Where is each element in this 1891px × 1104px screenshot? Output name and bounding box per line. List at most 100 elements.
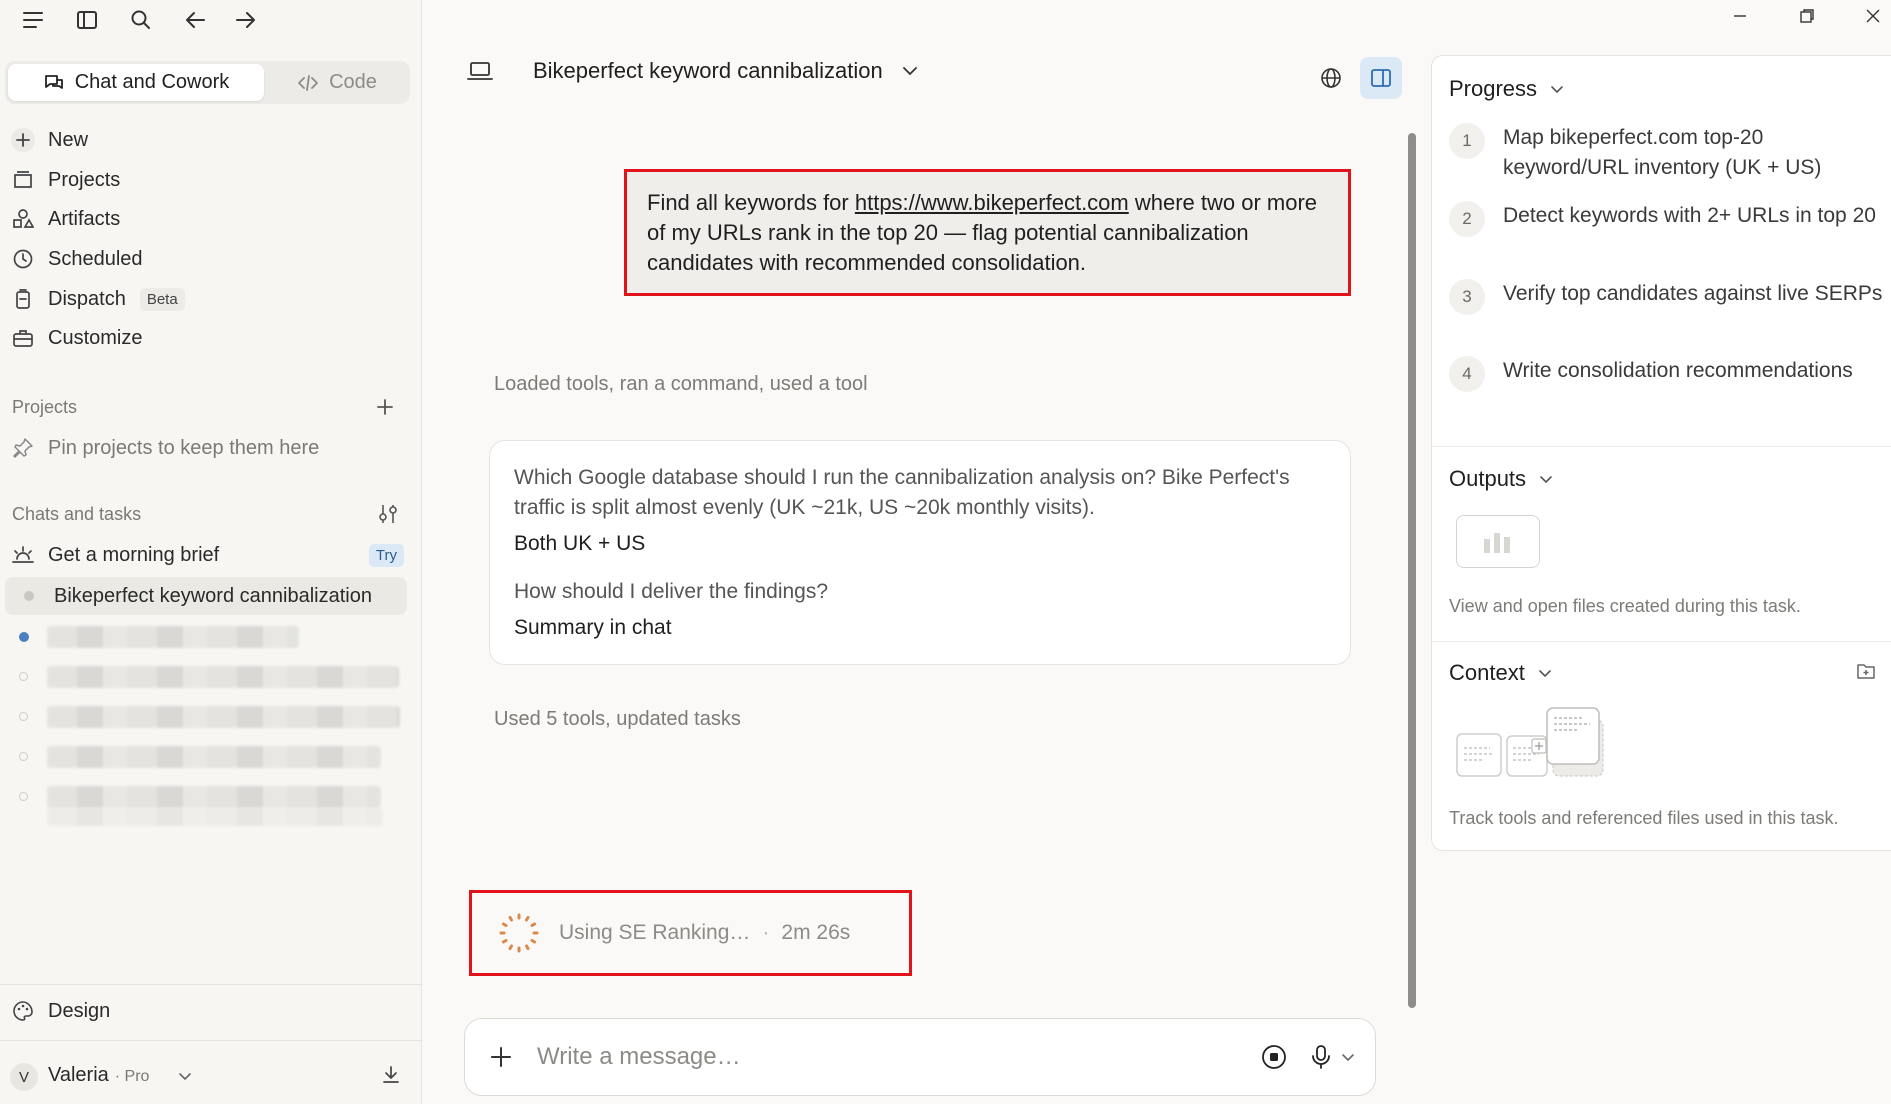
message-link[interactable]: https://www.bikeperfect.com: [855, 190, 1129, 215]
download-icon[interactable]: [381, 1065, 401, 1085]
forward-arrow-icon[interactable]: [230, 4, 262, 36]
tool-summary[interactable]: Loaded tools, ran a command, used a tool: [494, 373, 868, 396]
step-number: 2: [1449, 201, 1485, 237]
chevron-down-icon: [1540, 476, 1552, 484]
sidebar-item-artifacts[interactable]: Artifacts: [10, 201, 410, 237]
avatar[interactable]: V: [10, 1063, 38, 1091]
dispatch-icon: [10, 286, 36, 312]
status-dot: [24, 591, 34, 601]
user-plan: · Pro: [114, 1068, 150, 1085]
qa-card: Which Google database should I run the c…: [489, 440, 1351, 665]
nav-label: Projects: [48, 168, 121, 191]
user-name-block[interactable]: Valeria · Pro: [48, 1064, 149, 1087]
search-icon[interactable]: [125, 4, 157, 36]
step-text: Detect keywords with 2+ URLs in top 20: [1503, 204, 1876, 227]
chevron-down-icon[interactable]: [1341, 1050, 1355, 1064]
answer-text: Summary in chat: [514, 616, 672, 639]
step-text: Verify top candidates against live SERPs: [1503, 282, 1883, 305]
status-dot: [19, 752, 28, 761]
nav-label: Customize: [48, 326, 143, 349]
add-folder-icon[interactable]: [1856, 662, 1876, 680]
message-composer: Write a message…: [464, 1018, 1376, 1096]
redacted-chat[interactable]: [47, 786, 381, 808]
redacted-chat[interactable]: [47, 706, 400, 728]
design-button[interactable]: Design: [10, 993, 410, 1029]
new-chat-button[interactable]: New: [10, 122, 410, 158]
message-input[interactable]: Write a message…: [537, 1043, 1261, 1071]
mode-switch: Chat and Cowork Code: [5, 61, 410, 104]
sidebar-item-customize[interactable]: Customize: [10, 320, 410, 356]
outputs-chart-icon: [1456, 515, 1540, 568]
stop-icon[interactable]: [1261, 1044, 1287, 1070]
chevron-down-icon: [1539, 670, 1551, 678]
chevron-down-icon: [1551, 86, 1563, 94]
add-project-icon[interactable]: [375, 397, 395, 417]
chevron-down-icon[interactable]: [901, 62, 919, 80]
redacted-chat[interactable]: [47, 746, 381, 768]
divider: [1432, 641, 1891, 642]
minimize-icon[interactable]: [1720, 0, 1760, 32]
redacted-chat[interactable]: [47, 626, 299, 648]
sidebar-item-dispatch[interactable]: Dispatch Beta: [10, 281, 410, 317]
progress-title: Progress: [1449, 76, 1538, 101]
sidebar-item-scheduled[interactable]: Scheduled: [10, 241, 410, 277]
answer-text: Both UK + US: [514, 532, 646, 555]
question-text: How should I deliver the findings?: [514, 580, 829, 603]
sidebar: Chat and Cowork Code New Projects Artifa…: [0, 0, 422, 1104]
chat-icon: [43, 73, 65, 93]
panel-toggle-button[interactable]: [1360, 57, 1402, 99]
context-files-illustration: [1456, 706, 1606, 782]
status-dot: [19, 712, 28, 721]
back-arrow-icon[interactable]: [179, 4, 211, 36]
divider: [0, 1040, 421, 1041]
user-name: Valeria: [48, 1064, 109, 1086]
message-prefix: Find all keywords for: [647, 190, 855, 215]
status-dot: [19, 792, 28, 801]
nav-label: Artifacts: [48, 207, 121, 230]
microphone-icon[interactable]: [1311, 1044, 1331, 1070]
briefcase-icon: [10, 325, 36, 351]
pin-icon: [10, 435, 36, 461]
progress-step: 3 Verify top candidates against live SER…: [1449, 279, 1883, 315]
context-header[interactable]: Context: [1449, 660, 1553, 686]
menu-icon[interactable]: [17, 4, 49, 36]
sidebar-toggle-icon[interactable]: [71, 4, 103, 36]
divider: [0, 984, 421, 985]
close-icon[interactable]: [1853, 0, 1891, 32]
outputs-description: View and open files created during this …: [1449, 596, 1801, 616]
plus-icon[interactable]: [489, 1045, 513, 1069]
chat-header: Bikeperfect keyword cannibalization: [467, 58, 919, 84]
outputs-title: Outputs: [1449, 466, 1527, 491]
design-label: Design: [48, 999, 111, 1022]
context-title: Context: [1449, 660, 1525, 685]
restore-icon[interactable]: [1787, 0, 1827, 32]
chat-item-active[interactable]: Bikeperfect keyword cannibalization: [5, 577, 407, 615]
progress-step: 1 Map bikeperfect.com top-20 keyword/URL…: [1449, 123, 1883, 183]
tab-code[interactable]: Code: [267, 64, 407, 101]
code-icon: [297, 74, 319, 92]
laptop-icon: [467, 60, 493, 82]
scrollbar[interactable]: [1408, 133, 1416, 1008]
chat-title[interactable]: Bikeperfect keyword cannibalization: [533, 58, 883, 84]
beta-badge: Beta: [139, 287, 185, 311]
divider: [1432, 446, 1891, 447]
redacted-chat[interactable]: [47, 666, 399, 688]
status-text: Using SE Ranking…: [559, 921, 751, 944]
tab-chat-and-cowork[interactable]: Chat and Cowork: [8, 64, 264, 101]
step-text: Map bikeperfect.com top-20 keyword/URL i…: [1503, 126, 1822, 179]
step-number: 3: [1449, 279, 1485, 315]
tab-label: Chat and Cowork: [74, 71, 230, 93]
tab-label: Code: [329, 71, 377, 93]
progress-header[interactable]: Progress: [1449, 76, 1565, 102]
chat-item-morning-brief[interactable]: Get a morning brief Try: [10, 537, 410, 573]
nav-label: Dispatch: [48, 287, 126, 310]
outputs-header[interactable]: Outputs: [1449, 466, 1554, 492]
question-text: Which Google database should I run the c…: [514, 466, 1290, 519]
clock-icon: [10, 246, 36, 272]
sidebar-item-projects[interactable]: Projects: [10, 162, 410, 198]
chat-main: Bikeperfect keyword cannibalization Find…: [423, 0, 1430, 1104]
filter-icon[interactable]: [377, 503, 399, 525]
globe-icon[interactable]: [1320, 67, 1342, 89]
chevron-down-icon[interactable]: [177, 1068, 193, 1084]
tool-summary[interactable]: Used 5 tools, updated tasks: [494, 708, 741, 731]
